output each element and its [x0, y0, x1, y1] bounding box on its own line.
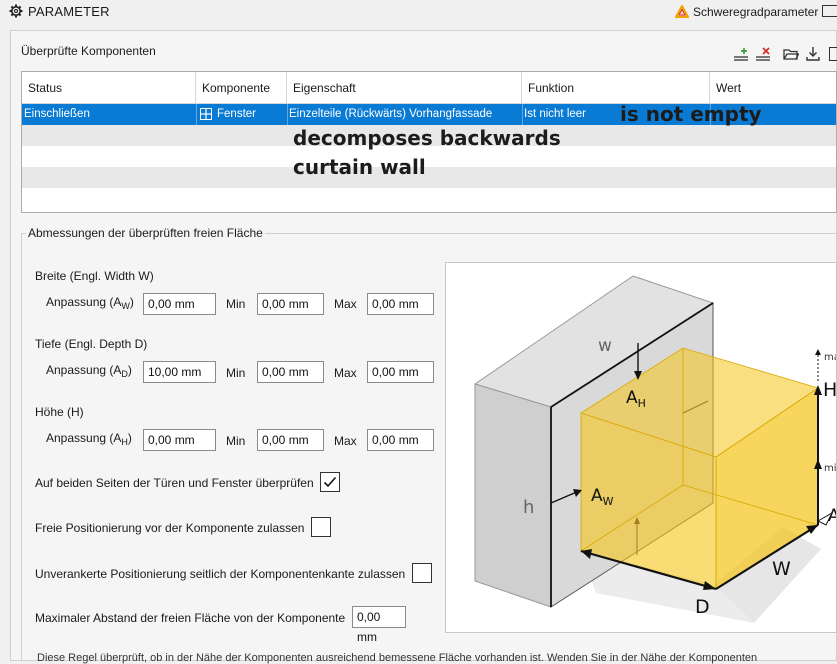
depth-heading: Tiefe (Engl. Depth D) — [35, 337, 148, 351]
max-distance-label: Maximaler Abstand der freien Fläche von … — [35, 611, 346, 625]
column-header-function[interactable]: Funktion — [522, 72, 710, 104]
width-adjust-input[interactable]: 0,00 mm — [143, 293, 216, 315]
severity-parameter-link[interactable]: Schweregradparameter — [693, 5, 818, 19]
diagram-label-h: h — [523, 497, 534, 518]
toolbar-overflow-icon[interactable] — [829, 47, 837, 61]
diagram-label-D: D — [695, 596, 710, 618]
dimensions-group-title: Abmessungen der überprüften freien Fläch… — [26, 226, 265, 240]
diagram-label-H: H — [823, 379, 837, 401]
unanchored-positioning-checkbox[interactable] — [412, 563, 432, 583]
height-max-input[interactable]: 0,00 mm — [367, 429, 434, 451]
height-max-label: Max — [334, 434, 357, 448]
free-positioning-checkbox[interactable] — [311, 517, 331, 537]
max-distance-input[interactable]: 0,00 mm — [352, 606, 406, 644]
diagram-label-aw: A — [591, 486, 603, 506]
diagram-label-ah: A — [626, 388, 638, 408]
open-folder-icon[interactable] — [783, 46, 799, 62]
diagram-label-a-right: A — [828, 506, 837, 526]
severity-triangle-icon — [675, 5, 689, 18]
components-table: Status Komponente Eigenschaft Funktion W… — [21, 71, 837, 213]
height-adjust-label: Anpassung (AH) — [46, 431, 132, 447]
annotation-curtain-wall: curtain wall — [293, 155, 426, 179]
height-adjust-input[interactable]: 0,00 mm — [143, 429, 216, 451]
cell-status[interactable]: Einschließen — [22, 104, 197, 125]
depth-min-label: Min — [226, 366, 246, 380]
annotation-is-not-empty: is not empty — [620, 102, 762, 126]
title-bar: PARAMETER Schweregradparameter — [0, 0, 837, 24]
delete-row-icon[interactable] — [755, 46, 771, 62]
depth-min-input[interactable]: 0,00 mm — [257, 361, 324, 383]
gear-icon[interactable] — [9, 4, 23, 18]
check-both-sides-label: Auf beiden Seiten der Türen und Fenster … — [35, 476, 314, 490]
diagram-label-ah-sub: H — [638, 397, 646, 410]
width-max-input[interactable]: 0,00 mm — [367, 293, 434, 315]
window-component-icon — [200, 108, 212, 120]
cell-component-label: Fenster — [217, 108, 256, 120]
width-max-label: Max — [334, 297, 357, 311]
cell-component[interactable]: Fenster — [196, 104, 288, 125]
width-min-input[interactable]: 0,00 mm — [257, 293, 324, 315]
checkmark-icon — [323, 476, 337, 488]
height-min-label: Min — [226, 434, 246, 448]
components-section-title: Überprüfte Komponenten — [21, 44, 156, 58]
annotation-decomposes-backwards: decomposes backwards — [293, 126, 561, 150]
window-button[interactable] — [822, 5, 837, 17]
table-row-empty — [22, 167, 836, 188]
width-heading: Breite (Engl. Width W) — [35, 269, 154, 283]
rule-description: Diese Regel überprüft, ob in der Nähe de… — [37, 652, 758, 664]
diagram-label-w: w — [598, 336, 612, 356]
table-row-empty — [22, 188, 836, 209]
clearance-diagram: w h AH AW W D H A ma mi — [445, 262, 837, 633]
height-heading: Höhe (H) — [35, 405, 84, 419]
add-row-icon[interactable] — [733, 46, 749, 62]
column-header-value[interactable]: Wert — [710, 72, 836, 104]
column-header-property[interactable]: Eigenschaft — [287, 72, 522, 104]
width-adjust-label: Anpassung (AW) — [46, 295, 134, 311]
free-positioning-label: Freie Positionierung vor der Komponente … — [35, 521, 305, 535]
clearance-diagram-svg: w h AH AW W D H A ma mi — [473, 275, 837, 623]
depth-adjust-input[interactable]: 10,00 mm — [143, 361, 216, 383]
download-icon[interactable] — [805, 46, 821, 62]
diagram-label-aw-sub: W — [603, 495, 614, 508]
depth-adjust-label: Anpassung (AD) — [46, 363, 132, 379]
unanchored-positioning-label: Unverankerte Positionierung seitlich der… — [35, 567, 406, 581]
window-title: PARAMETER — [28, 4, 110, 19]
width-min-label: Min — [226, 297, 246, 311]
cell-property[interactable]: Einzelteile (Rückwärts) Vorhangfassade — [287, 104, 523, 125]
height-min-input[interactable]: 0,00 mm — [257, 429, 324, 451]
column-header-component[interactable]: Komponente — [196, 72, 287, 104]
depth-max-input[interactable]: 0,00 mm — [367, 361, 434, 383]
diagram-label-min: mi — [824, 463, 837, 474]
diagram-label-max: ma — [824, 352, 837, 363]
diagram-label-W: W — [772, 558, 791, 580]
column-header-status[interactable]: Status — [22, 72, 196, 104]
depth-max-label: Max — [334, 366, 357, 380]
check-both-sides-checkbox[interactable] — [320, 472, 340, 492]
